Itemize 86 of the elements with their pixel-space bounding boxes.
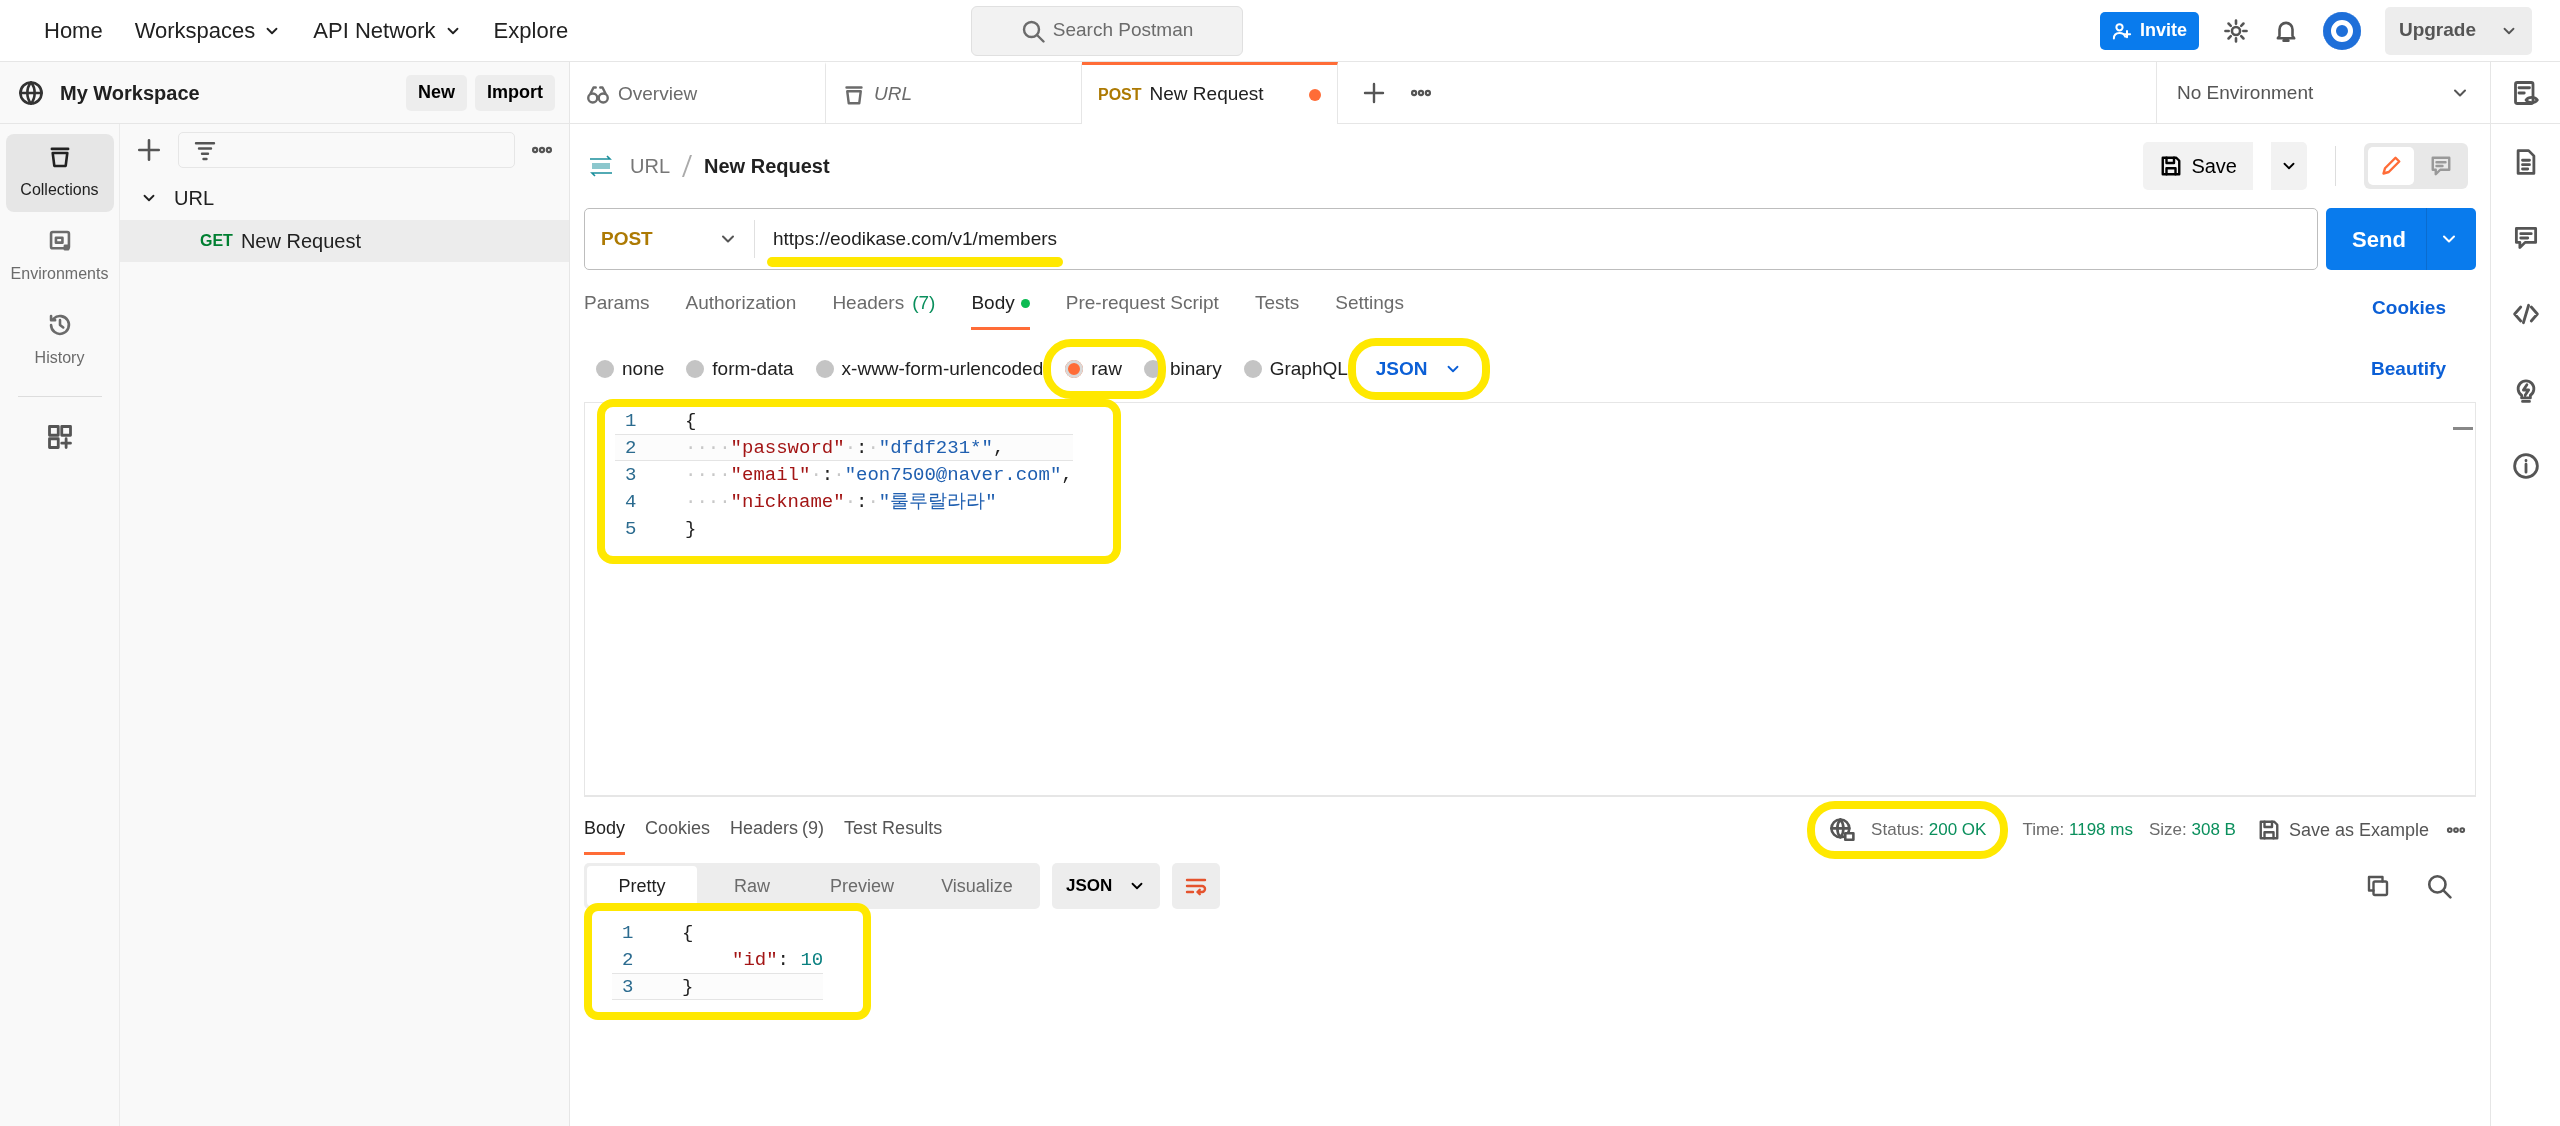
search-placeholder: Search Postman — [1052, 18, 1194, 43]
request-section-tab[interactable]: Settings — [1335, 288, 1404, 330]
code-line: 5 } — [624, 517, 698, 542]
edit-mode-toggle[interactable] — [2368, 147, 2414, 185]
body-type-option[interactable]: form-data — [686, 354, 794, 384]
body-format-select[interactable]: JSON — [1369, 353, 1468, 385]
radio-button[interactable] — [1243, 360, 1262, 378]
nav-menu-item[interactable]: Explore — [477, 14, 585, 47]
add-apps-icon[interactable] — [45, 423, 74, 451]
search-field[interactable]: Search Postman — [971, 5, 1244, 56]
sidebar-item[interactable]: Environments — [5, 218, 114, 296]
info-icon[interactable] — [2511, 452, 2540, 480]
workspace-button[interactable]: New — [406, 74, 467, 111]
breadcrumb-link[interactable]: URL — [630, 151, 670, 181]
environment-select[interactable]: No Environment — [2156, 62, 2490, 124]
workspace-name: My Workspace — [60, 80, 201, 106]
tree-item[interactable]: URL — [120, 176, 569, 220]
beautify-link[interactable]: Beautify — [2365, 353, 2452, 385]
nav-menu-item[interactable]: API Network — [297, 14, 478, 47]
settings-icon[interactable] — [2222, 17, 2249, 44]
body-type-option[interactable]: binary — [1143, 354, 1222, 384]
request-name: New Request — [704, 154, 830, 179]
body-type-option[interactable]: GraphQL — [1243, 354, 1348, 384]
status-reading: Status: 200 OK — [1871, 819, 1987, 842]
response-tab[interactable]: Headers (9) — [730, 805, 825, 855]
request-section-tab[interactable]: Headers (7) — [832, 288, 936, 330]
wrap-lines-button[interactable] — [1172, 863, 1221, 909]
request-section-tab[interactable]: Tests — [1254, 288, 1300, 330]
code-line: 1 { — [621, 921, 695, 946]
request-tab[interactable]: Overview — [570, 62, 826, 124]
request-section-tab[interactable]: Authorization — [685, 288, 797, 330]
radio-button[interactable] — [1065, 360, 1084, 378]
invite-button[interactable]: Invite — [2099, 11, 2199, 50]
radio-button[interactable] — [686, 360, 705, 378]
url-bar[interactable]: POST https://eodikase.com/v1/members — [584, 208, 2318, 270]
save-button[interactable]: Save — [2143, 142, 2253, 190]
globe-icon — [18, 79, 44, 106]
send-button[interactable]: Send — [2326, 208, 2476, 270]
code-line: 2 "id": 10 — [621, 948, 824, 973]
add-icon[interactable] — [136, 137, 162, 163]
response-format-select[interactable]: JSON — [1052, 863, 1161, 909]
save-example-button[interactable]: Save as Example — [2255, 815, 2430, 845]
sidebar-item[interactable]: History — [5, 302, 114, 380]
upgrade-button[interactable]: Upgrade — [2384, 6, 2532, 55]
search-icon — [1020, 18, 1045, 43]
url-text: https://eodikase.com/v1/members — [773, 226, 1058, 251]
body-type-option[interactable]: raw — [1065, 354, 1122, 384]
nav-menu-item[interactable]: Home — [28, 14, 119, 47]
add-tab-icon[interactable] — [1362, 80, 1386, 105]
radio-button[interactable] — [815, 360, 834, 378]
code-line: 3 ····"email"·:·"eon7500@naver.com", — [624, 463, 1073, 488]
body-type-option[interactable]: none — [596, 354, 665, 384]
avatar[interactable] — [2322, 11, 2361, 50]
sidebar-item[interactable]: Collections — [5, 134, 114, 212]
response-tab[interactable]: Cookies — [645, 805, 711, 855]
body-type-option[interactable]: x-www-form-urlencoded — [815, 354, 1044, 384]
request-section-tab[interactable]: Body — [971, 288, 1030, 330]
radio-button[interactable] — [596, 360, 614, 378]
pencil-icon — [2379, 154, 2403, 178]
comment-icon — [2429, 154, 2453, 178]
tree-request-item[interactable]: GET New Request — [120, 220, 569, 262]
view-tab[interactable]: Pretty — [587, 866, 697, 906]
request-section-tab[interactable]: Pre-request Script — [1065, 288, 1219, 330]
view-tab[interactable]: Raw — [697, 866, 807, 906]
cookies-link[interactable]: Cookies — [2366, 292, 2452, 330]
filter-field[interactable] — [178, 132, 515, 168]
response-tab[interactable]: Test Results — [844, 805, 943, 855]
request-tab[interactable]: POST New Request — [1082, 62, 1338, 124]
breadcrumb-separator — [682, 155, 692, 177]
nav-menu-item[interactable]: Workspaces — [118, 14, 298, 47]
size-reading: Size: 308 B — [2148, 819, 2236, 842]
copy-icon[interactable] — [2366, 874, 2390, 898]
response-tab[interactable]: Body — [584, 805, 626, 855]
view-tab[interactable]: Visualize — [917, 866, 1037, 906]
view-tab[interactable]: Preview — [807, 866, 917, 906]
code-line: 1 { — [624, 409, 698, 434]
user-add-icon — [2111, 20, 2132, 41]
request-section-tab[interactable]: Params — [584, 288, 650, 330]
environment-quick-look-icon[interactable] — [2511, 78, 2540, 107]
http-icon — [588, 155, 614, 177]
globe-lock-icon[interactable] — [1829, 817, 1856, 843]
search-icon[interactable] — [2426, 873, 2452, 899]
method-select[interactable]: POST — [585, 220, 755, 258]
time-reading: Time: 1198 ms — [2022, 819, 2133, 842]
workspace-button[interactable]: Import — [475, 74, 555, 111]
code-line: 4 ····"nickname"·:·"룰루랄라라" — [624, 490, 998, 515]
